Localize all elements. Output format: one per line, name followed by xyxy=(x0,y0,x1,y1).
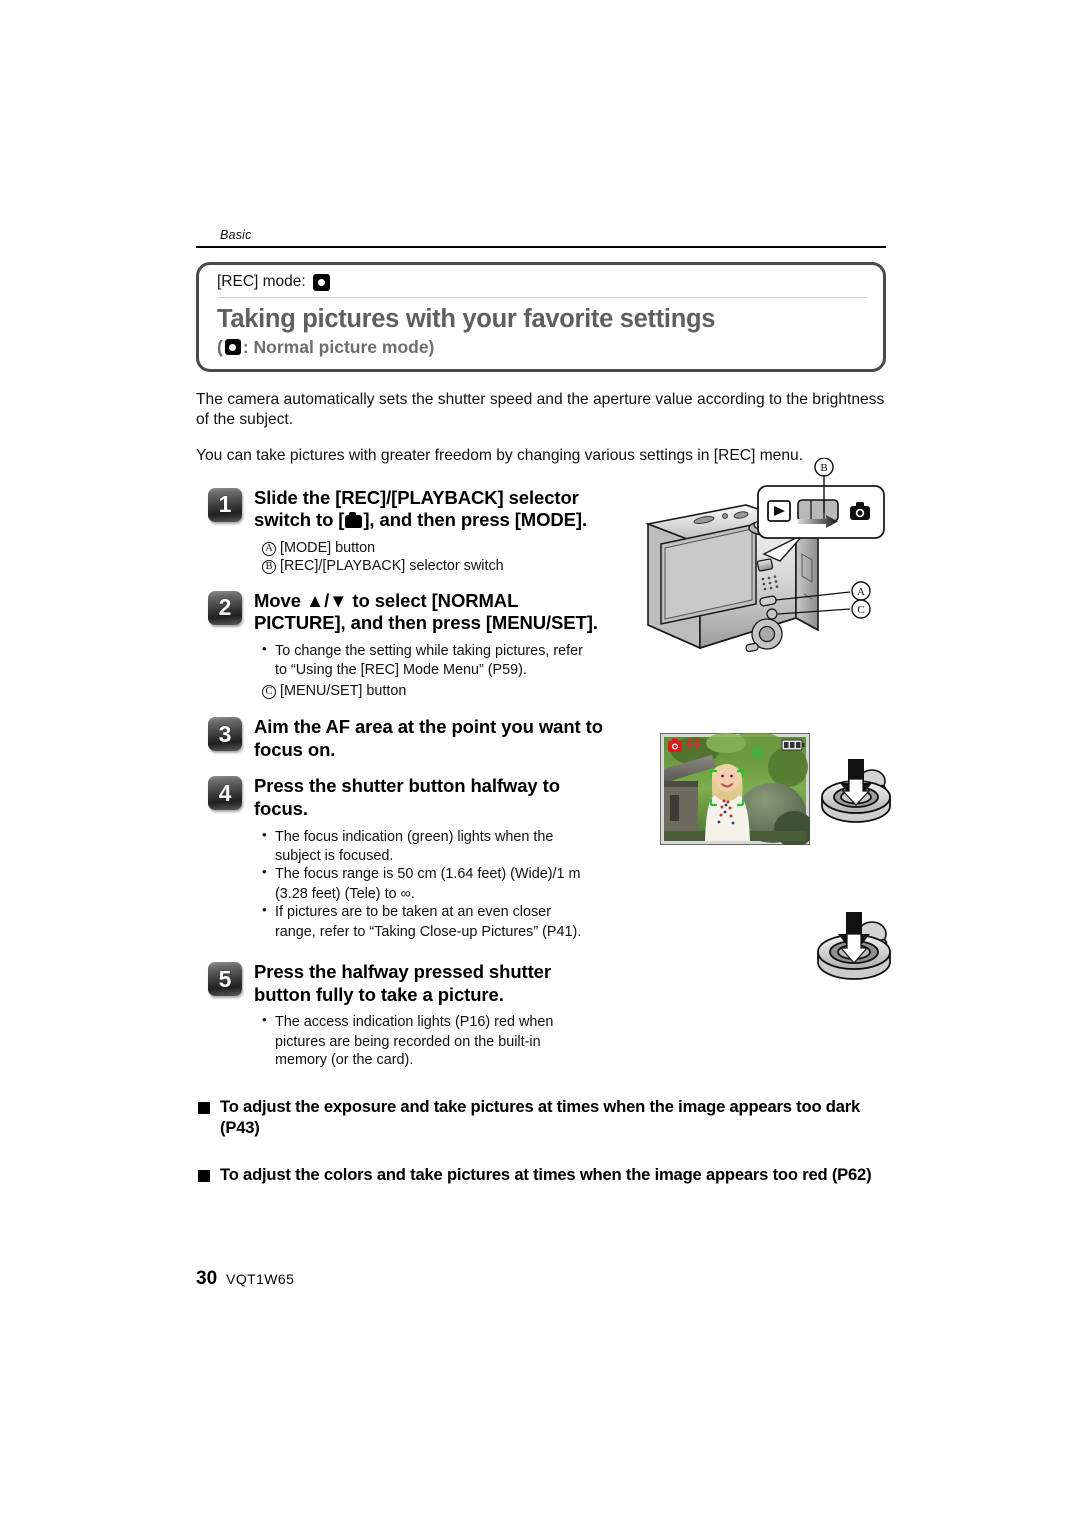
step-number-badge: 4 xyxy=(208,776,242,811)
circled-marker: A xyxy=(262,542,276,556)
intro-paragraph-1: The camera automatically sets the shutte… xyxy=(196,390,885,429)
step-5-heading: Press the halfway pressed shutter button… xyxy=(254,961,886,1006)
shutter-button-full-illustration xyxy=(812,910,898,990)
normal-picture-mode-icon xyxy=(224,339,241,356)
step-2-heading-line1: Move ▲/▼ to select [NORMAL xyxy=(254,589,519,611)
page-number: 30 xyxy=(196,1268,218,1289)
shutter-button-halfway-illustration xyxy=(816,757,896,833)
camera-icon xyxy=(345,512,363,529)
bullet-item: If pictures are to be taken at an even c… xyxy=(262,902,886,921)
bullet-continuation: range, refer to “Taking Close-up Picture… xyxy=(275,923,582,940)
camera-rear-illustration: B A C xyxy=(628,458,890,678)
lcd-preview-illustration xyxy=(660,733,810,845)
title-box: [REC] mode: Taking pictures with your fa… xyxy=(196,262,886,372)
step-number-badge: 3 xyxy=(208,717,242,752)
document-code: VQT1W65 xyxy=(226,1271,295,1287)
bullet-continuation: memory (or the card). xyxy=(275,1052,414,1069)
subtitle-text: : Normal picture mode) xyxy=(242,336,435,357)
step-3-heading-line2: focus on. xyxy=(254,738,336,760)
header-rule xyxy=(196,246,886,248)
step-1-heading-line1: Slide the [REC]/[PLAYBACK] selector xyxy=(254,486,579,508)
bullet-item: The access indication lights (P16) red w… xyxy=(262,1012,886,1031)
normal-picture-mode-icon xyxy=(312,273,330,291)
step-2-heading-line2: PICTURE], and then press [MENU/SET]. xyxy=(254,612,598,634)
step-number-badge: 5 xyxy=(208,962,242,997)
circled-marker: B xyxy=(262,560,276,575)
step-5-notes: The access indication lights (P16) red w… xyxy=(254,1012,886,1069)
svg-text:C: C xyxy=(857,604,864,616)
bullet-continuation: pictures are being recorded on the built… xyxy=(275,1033,541,1050)
section-color-adjust: To adjust the colors and take pictures a… xyxy=(196,1164,886,1185)
svg-text:A: A xyxy=(857,586,865,598)
note-text: [REC]/[PLAYBACK] selector switch xyxy=(280,558,504,575)
step-1-heading-line2-pre: switch to [ xyxy=(254,509,345,531)
document-page: Basic [REC] mode: Taking pictures with y… xyxy=(0,0,1080,1526)
svg-text:B: B xyxy=(820,462,827,474)
note-item: C [MENU/SET] button xyxy=(262,682,886,700)
step-4-heading-line1: Press the shutter button halfway to xyxy=(254,775,560,797)
step-3-heading-line1: Aim the AF area at the point you want to xyxy=(254,716,603,738)
bullet-item: The focus range is 50 cm (1.64 feet) (Wi… xyxy=(262,864,886,883)
page-footer: 30 VQT1W65 xyxy=(196,1268,294,1290)
step-number-badge: 1 xyxy=(208,487,242,522)
step-1-heading-line2-post: ], and then press [MODE]. xyxy=(363,509,588,531)
step-5-heading-line1: Press the halfway pressed shutter xyxy=(254,961,551,983)
running-head: Basic xyxy=(220,228,252,242)
page-title: Taking pictures with your favorite setti… xyxy=(217,305,716,333)
step-number-badge: 2 xyxy=(208,590,242,625)
rec-mode-label: [REC] mode: xyxy=(217,273,306,290)
note-text: [MODE] button xyxy=(280,540,376,556)
step-4-heading-line2: focus. xyxy=(254,798,308,819)
page-content: Basic [REC] mode: Taking pictures with y… xyxy=(196,228,886,1185)
subtitle-paren-open: ( xyxy=(217,336,223,357)
rec-mode-line: [REC] mode: xyxy=(217,273,867,298)
step-5: 5 Press the halfway pressed shutter butt… xyxy=(196,961,886,1069)
step-5-heading-line2: button fully to take a picture. xyxy=(254,983,504,1005)
section-exposure-adjust: To adjust the exposure and take pictures… xyxy=(196,1096,886,1138)
page-subtitle: ( : Normal picture mode) xyxy=(217,337,867,358)
note-text: [MENU/SET] button xyxy=(280,682,407,699)
bullet-continuation: subject is focused. xyxy=(275,848,394,864)
bullet-continuation: (3.28 feet) (Tele) to ∞. xyxy=(275,885,415,902)
circled-marker: C xyxy=(262,684,276,699)
